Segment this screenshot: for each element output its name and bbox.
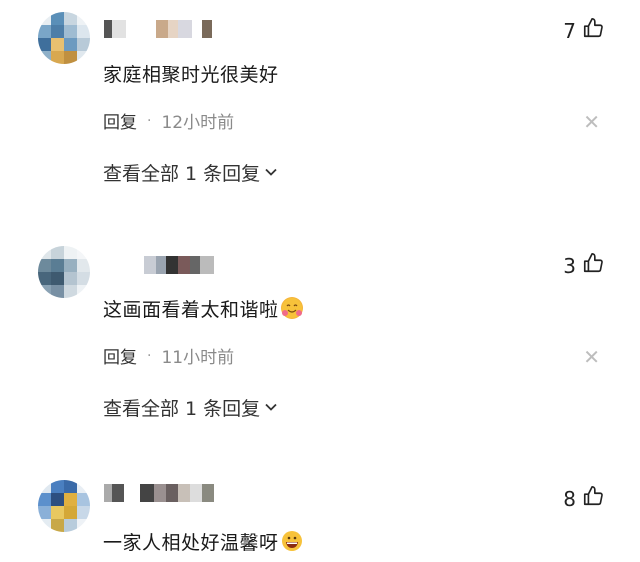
separator-dot: · — [147, 347, 152, 364]
avatar[interactable] — [38, 480, 90, 532]
chevron-down-icon — [264, 162, 278, 184]
comment-meta: 回复 · 12小时前 — [103, 108, 235, 134]
reply-button[interactable]: 回复 — [103, 108, 137, 133]
like-button[interactable]: 3 — [563, 252, 604, 279]
like-count: 3 — [563, 253, 576, 278]
comment-time: 12小时前 — [161, 113, 235, 133]
close-icon[interactable]: ✕ — [583, 345, 600, 369]
comment-text-content: 一家人相处好温馨呀 — [103, 532, 279, 554]
avatar[interactable] — [38, 246, 90, 298]
close-icon[interactable]: ✕ — [583, 110, 600, 134]
view-all-label: 查看全部 1 条回复 — [103, 398, 261, 420]
like-count: 8 — [563, 486, 576, 511]
comment-text: 一家人相处好温馨呀 — [103, 528, 303, 555]
chevron-down-icon — [264, 397, 278, 419]
comment-time: 11小时前 — [161, 348, 235, 368]
hugging-face-emoji — [280, 297, 303, 319]
thumbs-up-icon — [582, 252, 604, 279]
separator-dot: · — [147, 112, 152, 129]
like-button[interactable]: 8 — [563, 485, 604, 512]
like-button[interactable]: 7 — [563, 17, 604, 44]
username[interactable] — [104, 484, 214, 502]
username[interactable] — [104, 256, 214, 274]
view-all-label: 查看全部 1 条回复 — [103, 163, 261, 185]
thumbs-up-icon — [582, 485, 604, 512]
grinning-face-emoji — [281, 530, 303, 552]
comment-text-content: 这画面看着太和谐啦 — [103, 299, 279, 321]
view-all-replies-button[interactable]: 查看全部 1 条回复 — [103, 394, 278, 421]
comment-text: 这画面看着太和谐啦 — [103, 295, 303, 322]
comment-meta: 回复 · 11小时前 — [103, 343, 235, 369]
comment-text: 家庭相聚时光很美好 — [103, 64, 279, 86]
like-count: 7 — [563, 18, 576, 43]
username[interactable] — [104, 20, 212, 38]
view-all-replies-button[interactable]: 查看全部 1 条回复 — [103, 159, 278, 186]
thumbs-up-icon — [582, 17, 604, 44]
avatar[interactable] — [38, 12, 90, 64]
reply-button[interactable]: 回复 — [103, 343, 137, 368]
